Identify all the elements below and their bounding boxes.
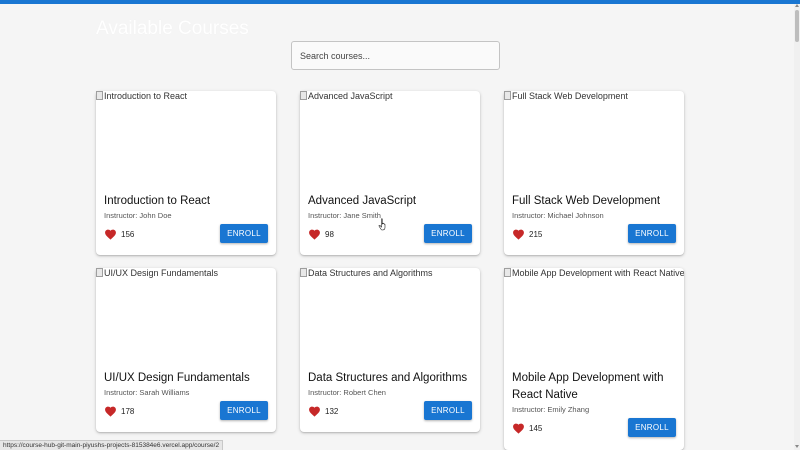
page-scrollbar[interactable]	[794, 4, 800, 450]
course-image-alt: Introduction to React	[104, 91, 188, 101]
scrollbar-thumb[interactable]	[795, 10, 799, 42]
like-count: 145	[529, 423, 543, 433]
course-image: Mobile App Development with React Native	[504, 268, 684, 368]
course-instructor: Instructor: Robert Chen	[308, 388, 386, 397]
course-card: Full Stack Web Development Full Stack We…	[504, 91, 684, 255]
heart-icon[interactable]	[104, 228, 117, 240]
like-counter[interactable]: 156	[104, 228, 134, 240]
like-count: 156	[121, 229, 135, 239]
heart-icon[interactable]	[308, 228, 321, 240]
like-counter[interactable]: 215	[512, 228, 542, 240]
broken-image-icon	[504, 91, 511, 100]
link-status-bar: https://course-hub-git-main-piyushs-proj…	[0, 440, 224, 450]
course-image-alt: Advanced JavaScript	[308, 91, 393, 101]
broken-image-icon	[300, 268, 307, 277]
course-title: UI/UX Design Fundamentals	[104, 372, 250, 384]
course-instructor: Instructor: Sarah Williams	[104, 388, 190, 397]
heart-icon[interactable]	[104, 405, 117, 417]
broken-image-icon	[504, 268, 511, 277]
course-card: Advanced JavaScript Advanced JavaScript …	[300, 91, 480, 255]
course-title: Data Structures and Algorithms	[308, 372, 468, 384]
course-image: Advanced JavaScript	[300, 91, 480, 191]
broken-image-icon	[300, 91, 307, 100]
enroll-button[interactable]: ENROLL	[424, 401, 472, 420]
course-card: UI/UX Design Fundamentals UI/UX Design F…	[96, 268, 276, 432]
course-instructor: Instructor: Emily Zhang	[512, 405, 590, 414]
scroll-down-arrow-icon[interactable]	[795, 445, 799, 448]
course-image: Full Stack Web Development	[504, 91, 684, 191]
hand-cursor-icon	[378, 218, 386, 231]
enroll-button[interactable]: ENROLL	[220, 224, 268, 243]
scroll-up-arrow-icon[interactable]	[795, 4, 799, 7]
enroll-button[interactable]: ENROLL	[220, 401, 268, 420]
course-image-alt: Full Stack Web Development	[512, 91, 628, 101]
course-card: Introduction to React Introduction to Re…	[96, 91, 276, 255]
page-title: Available Courses	[96, 18, 249, 39]
broken-image-icon	[96, 91, 103, 100]
course-instructor: Instructor: Jane Smith	[308, 211, 381, 220]
course-grid: Introduction to React Introduction to Re…	[96, 91, 688, 450]
like-counter[interactable]: 132	[308, 405, 338, 417]
course-image: Introduction to React	[96, 91, 276, 191]
course-image: Data Structures and Algorithms	[300, 268, 480, 368]
course-title: Advanced JavaScript	[308, 195, 417, 207]
top-accent-bar	[0, 0, 800, 4]
like-count: 132	[325, 406, 339, 416]
like-count: 215	[529, 229, 543, 239]
enroll-button[interactable]: ENROLL	[424, 224, 472, 243]
course-image-alt: Data Structures and Algorithms	[308, 268, 433, 278]
heart-icon[interactable]	[512, 422, 525, 434]
course-image: UI/UX Design Fundamentals	[96, 268, 276, 368]
enroll-button[interactable]: ENROLL	[628, 224, 676, 243]
like-counter[interactable]: 145	[512, 422, 542, 434]
course-instructor: Instructor: Michael Johnson	[512, 211, 604, 220]
course-card: Data Structures and Algorithms Data Stru…	[300, 268, 480, 432]
course-title: Mobile App Development with React Native	[512, 372, 664, 401]
like-counter[interactable]: 98	[308, 228, 334, 240]
course-title: Full Stack Web Development	[512, 195, 661, 207]
like-count: 98	[325, 229, 334, 239]
enroll-button[interactable]: ENROLL	[628, 418, 676, 437]
course-instructor: Instructor: John Doe	[104, 211, 172, 220]
search-input[interactable]	[291, 41, 500, 70]
course-image-alt: Mobile App Development with React Native	[512, 268, 684, 278]
heart-icon[interactable]	[512, 228, 525, 240]
course-image-alt: UI/UX Design Fundamentals	[104, 268, 219, 278]
heart-icon[interactable]	[308, 405, 321, 417]
course-card: Mobile App Development with React Native…	[504, 268, 684, 450]
course-title: Introduction to React	[104, 195, 211, 207]
like-counter[interactable]: 178	[104, 405, 134, 417]
like-count: 178	[121, 406, 135, 416]
broken-image-icon	[96, 268, 103, 277]
